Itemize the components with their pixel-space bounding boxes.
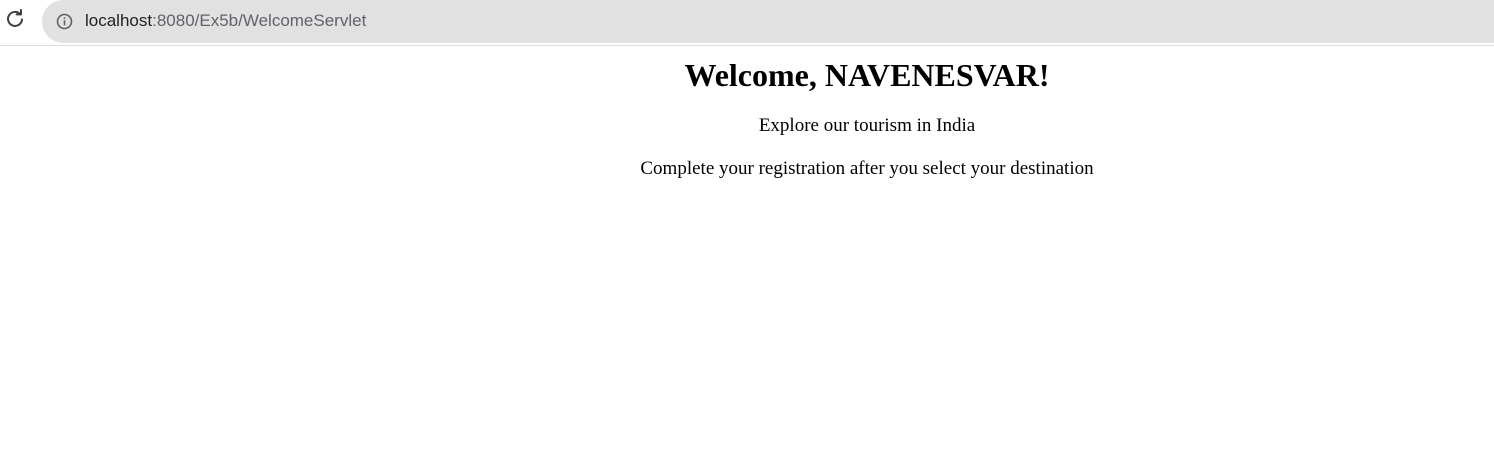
explore-text: Explore our tourism in India: [758, 115, 976, 136]
welcome-heading: Welcome, NAVENESVAR!: [684, 57, 1050, 93]
page-content: Welcome, NAVENESVAR! Explore our tourism…: [0, 47, 1494, 461]
reload-icon: [5, 8, 25, 34]
registration-text: Complete your registration after you sel…: [640, 158, 1094, 179]
info-icon[interactable]: [56, 13, 73, 30]
reload-button[interactable]: [4, 8, 26, 34]
url-text[interactable]: localhost:8080/Ex5b/WelcomeServlet: [85, 11, 366, 31]
browser-toolbar: localhost:8080/Ex5b/WelcomeServlet: [0, 0, 1494, 46]
url-host: localhost: [85, 11, 153, 30]
url-path: :8080/Ex5b/WelcomeServlet: [152, 11, 367, 30]
welcome-section: Welcome, NAVENESVAR! Explore our tourism…: [240, 47, 1494, 180]
address-bar[interactable]: localhost:8080/Ex5b/WelcomeServlet: [42, 0, 1494, 43]
